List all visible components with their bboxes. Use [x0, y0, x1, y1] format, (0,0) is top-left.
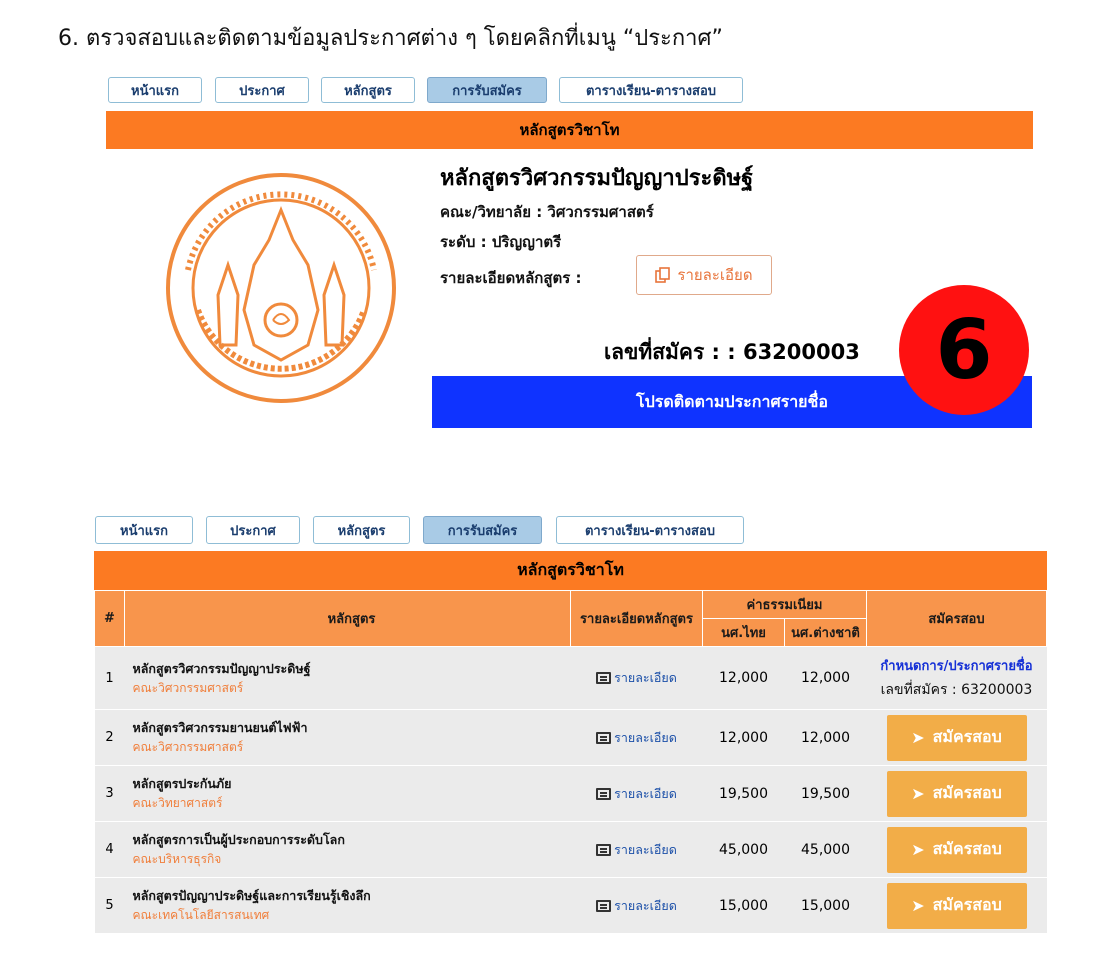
application-number: เลขที่สมัคร : : 63200003 [604, 340, 860, 364]
detail-link[interactable]: รายละเอียด [596, 784, 677, 804]
nav-courses-2[interactable]: หลักสูตร [313, 516, 410, 544]
detail-link-label: รายละเอียด [614, 729, 677, 745]
apply-button-label: สมัครสอบ [932, 895, 1002, 914]
course-name: หลักสูตรปัญญาประดิษฐ์และการเรียนรู้เชิงล… [132, 888, 371, 903]
fee-foreign: 15,000 [784, 877, 867, 934]
course-name: หลักสูตรวิศวกรรมยานยนต์ไฟฟ้า [132, 720, 308, 735]
fee-foreign: 19,500 [784, 765, 867, 822]
minor-program-bar: หลักสูตรวิชาโท [106, 111, 1033, 149]
step-number-badge: 6 [899, 285, 1029, 415]
apply-button-label: สมัครสอบ [932, 783, 1002, 802]
detail-link[interactable]: รายละเอียด [596, 728, 677, 748]
faculty-line: คณะ/วิทยาลัย : วิศวกรรมศาสตร์ [440, 203, 654, 221]
rocket-icon: ➤ [911, 840, 925, 859]
detail-link-label: รายละเอียด [614, 670, 677, 685]
col-fee-thai: นศ.ไทย [702, 618, 785, 647]
level-line: ระดับ : ปริญญาตรี [440, 233, 562, 251]
apply-button[interactable]: ➤ สมัครสอบ [886, 826, 1027, 873]
course-name: หลักสูตรประกันภัย [132, 776, 232, 791]
nav-admissions-2[interactable]: การรับสมัคร [423, 516, 542, 544]
row-num: 2 [94, 709, 125, 766]
document-icon [596, 899, 612, 912]
course-faculty: คณะเทคโนโลยีสารสนเทศ [132, 908, 270, 922]
table-row: 5 หลักสูตรปัญญาประดิษฐ์และการเรียนรู้เชิ… [94, 877, 1047, 934]
rocket-icon: ➤ [911, 896, 925, 915]
nav-announcements[interactable]: ประกาศ [215, 77, 309, 103]
row-num: 1 [94, 646, 125, 710]
table-row: 1 หลักสูตรวิศวกรรมปัญญาประดิษฐ์ คณะวิศวก… [94, 646, 1047, 710]
course-name: หลักสูตรวิศวกรรมปัญญาประดิษฐ์ [132, 660, 311, 676]
application-number-small: เลขที่สมัคร : 63200003 [880, 682, 1033, 698]
nav-schedule-2[interactable]: ตารางเรียน-ตารางสอบ [556, 516, 744, 544]
fee-foreign: 45,000 [784, 821, 867, 878]
table-row: 3 หลักสูตรประกันภัย คณะวิทยาศาสตร์ รายละ… [94, 765, 1047, 822]
course-name: หลักสูตรการเป็นผู้ประกอบการระดับโลก [132, 832, 345, 847]
row-num: 5 [94, 877, 125, 934]
course-faculty: คณะวิทยาศาสตร์ [132, 796, 223, 810]
col-fee-foreign: นศ.ต่างชาติ [784, 618, 867, 647]
document-icon [596, 843, 612, 856]
table-row: 4 หลักสูตรการเป็นผู้ประกอบการระดับโลก คณ… [94, 821, 1047, 878]
detail-link-label: รายละเอียด [614, 897, 677, 913]
course-table: # หลักสูตร รายละเอียดหลักสูตร ค่าธรรมเนี… [94, 590, 1047, 934]
table-row: 2 หลักสูตรวิศวกรรมยานยนต์ไฟฟ้า คณะวิศวกร… [94, 709, 1047, 766]
detail-link[interactable]: รายละเอียด [596, 840, 677, 860]
course-detail-button[interactable]: รายละเอียด [636, 255, 772, 295]
fee-foreign: 12,000 [784, 709, 867, 766]
course-faculty: คณะวิศวกรรมศาสตร์ [132, 740, 244, 754]
university-seal-logo [166, 173, 396, 403]
fee-thai: 15,000 [702, 877, 785, 934]
apply-button[interactable]: ➤ สมัครสอบ [886, 882, 1027, 929]
apply-button-label: สมัครสอบ [932, 839, 1002, 858]
detail-link[interactable]: รายละเอียด [596, 896, 677, 916]
apply-button[interactable]: ➤ สมัครสอบ [886, 770, 1027, 817]
document-icon [596, 731, 612, 744]
nav-home[interactable]: หน้าแรก [108, 77, 202, 103]
fee-thai: 19,500 [702, 765, 785, 822]
course-title: หลักสูตรวิศวกรรมปัญญาประดิษฐ์ [440, 166, 754, 191]
col-num: # [94, 590, 125, 647]
fee-thai: 12,000 [702, 646, 785, 710]
detail-link-label: รายละเอียด [614, 785, 677, 801]
document-icon [596, 672, 612, 684]
document-icon [596, 787, 612, 800]
announcement-link[interactable]: กำหนดการ/ประกาศรายชื่อ [867, 655, 1047, 676]
row-course: หลักสูตรวิศวกรรมปัญญาประดิษฐ์ คณะวิศวกรร… [124, 646, 571, 710]
apply-button-label: สมัครสอบ [932, 727, 1002, 746]
col-fees: ค่าธรรมเนียม [702, 590, 867, 619]
detail-label: รายละเอียดหลักสูตร : [440, 269, 582, 287]
col-detail: รายละเอียดหลักสูตร [570, 590, 703, 647]
course-faculty: คณะวิศวกรรมศาสตร์ [132, 680, 244, 695]
apply-button[interactable]: ➤ สมัครสอบ [886, 714, 1027, 761]
nav-admissions[interactable]: การรับสมัคร [427, 77, 547, 103]
detail-link-label: รายละเอียด [614, 841, 677, 857]
minor-program-table-bar: หลักสูตรวิชาโท [94, 551, 1047, 590]
nav-announcements-2[interactable]: ประกาศ [206, 516, 300, 544]
fee-foreign: 12,000 [784, 646, 867, 710]
col-apply: สมัครสอบ [866, 590, 1047, 647]
row-num: 4 [94, 821, 125, 878]
rocket-icon: ➤ [911, 784, 925, 803]
nav-schedule[interactable]: ตารางเรียน-ตารางสอบ [559, 77, 743, 103]
copy-icon [655, 267, 671, 283]
instruction-heading: 6. ตรวจสอบและติดตามข้อมูลประกาศต่าง ๆ โด… [58, 26, 723, 51]
row-num: 3 [94, 765, 125, 822]
fee-thai: 45,000 [702, 821, 785, 878]
detail-link[interactable]: รายละเอียด [596, 668, 677, 688]
course-detail-button-label: รายละเอียด [677, 266, 753, 284]
nav-home-2[interactable]: หน้าแรก [95, 516, 193, 544]
nav-courses[interactable]: หลักสูตร [321, 77, 415, 103]
fee-thai: 12,000 [702, 709, 785, 766]
col-course: หลักสูตร [124, 590, 571, 647]
course-faculty: คณะบริหารธุรกิจ [132, 852, 222, 866]
rocket-icon: ➤ [911, 728, 925, 747]
